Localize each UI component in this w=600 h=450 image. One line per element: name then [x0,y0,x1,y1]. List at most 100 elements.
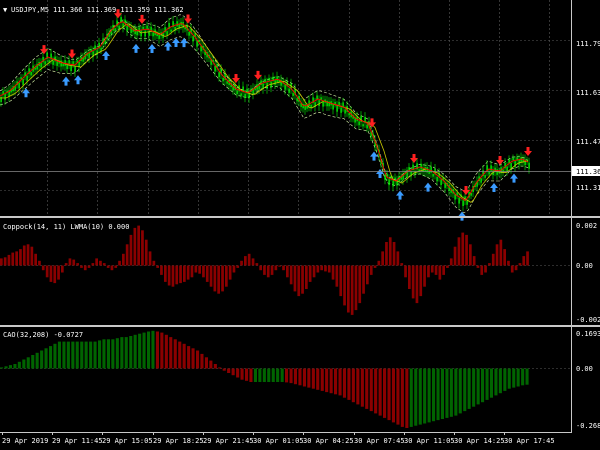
panel-separator[interactable] [0,325,600,327]
candle-body [484,175,486,178]
coppock-panel[interactable]: Coppock(14, 11) LWMA(10) 0.000 [0,223,571,315]
cao-bar [120,337,124,369]
time-axis-label: 30 Apr 01:05 [253,437,304,445]
cao-bar [498,368,502,394]
cao-bar [445,368,449,418]
cao-bar [173,339,177,369]
cao-histogram [0,330,529,428]
candle-body [458,197,460,204]
coppock-bar [61,265,64,273]
coppock-bar [133,227,137,266]
candle-body [118,25,120,29]
cao-bar [338,368,342,396]
coppock-bar [38,260,41,266]
coppock-bar [228,265,232,280]
coppock-bar [164,265,167,282]
candle-body [336,105,338,112]
coppock-bar [102,263,106,266]
cao-bar [396,368,400,425]
coppock-bar [183,265,186,282]
coppock-bar [312,265,316,278]
cao-bar [449,368,453,417]
candle-body [384,174,386,180]
candle-body [358,121,360,126]
candle-body [296,98,298,102]
coppock-bar [514,265,518,271]
coppock-bar [347,265,350,313]
cao-bar [494,368,498,396]
price-axis-label: 111.470 [576,138,600,146]
coppock-bar [244,256,247,266]
coppock-bar [45,265,49,278]
candle-body [340,107,342,113]
time-axis[interactable]: 29 Apr 2019 29 Apr 11:45 29 Apr 15:05 29 Ap… [0,432,572,445]
chart-canvas[interactable]: ▼ USDJPY,M5 111.366 111.369 111.359 111.… [0,0,600,450]
coppock-bar [396,251,400,266]
coppock-bar [324,265,327,272]
cao-bar [289,368,293,384]
moving-averages [0,21,529,203]
cao-bar [463,368,467,412]
cao-bar [111,339,115,369]
candle-body [306,106,308,109]
coppock-bar [76,263,79,266]
candle-body [466,200,468,205]
cao-bar [115,338,119,369]
cao-bar [227,368,231,373]
coppock-bar [503,249,506,266]
coppock-bar [266,265,270,278]
coppock-bar [7,254,11,266]
coppock-bar [400,263,404,266]
candle-body [22,79,24,85]
cao-bar [147,331,151,369]
cao-bar [204,357,208,369]
candle-body [170,29,172,32]
coppock-bar [179,265,182,284]
candle-body [70,65,72,71]
cao-bar [347,368,351,400]
candle-body [166,31,168,36]
coppock-bar [278,265,281,267]
coppock-axis-label: -0.002 [576,316,600,324]
candle-body [304,104,306,110]
cao-panel[interactable]: CAO(32,208) -0.0727 [0,330,571,428]
buy-arrow-icon [62,76,70,86]
coppock-bar [408,265,411,289]
cao-bar [236,368,240,378]
candle-body [348,113,350,116]
coppock-bar [137,225,140,266]
cao-bar [427,368,431,423]
price-axis-label: 111.630 [576,89,600,97]
buy-arrow-icon [102,51,110,60]
coppock-bar [373,265,377,268]
candle-body [26,75,28,81]
cao-bar [93,341,97,369]
coppock-bar [22,245,26,266]
coppock-bar [446,265,449,268]
collapse-triangle-icon[interactable]: ▼ [3,6,8,14]
candle-body [100,47,102,51]
candle-body [512,157,514,161]
candle-body [74,65,76,72]
cao-bar [178,341,182,369]
coppock-bar [156,265,159,268]
cao-bar [160,332,164,369]
cao-bar [80,341,84,369]
candle-body [40,62,42,68]
coppock-bar [190,265,194,278]
cao-bar [280,368,284,382]
panel-separator[interactable] [0,216,600,218]
coppock-bar [217,265,220,294]
buy-arrow-icon [180,38,188,48]
cao-bar [31,355,35,369]
coppock-bar [125,244,129,266]
cao-bar [151,330,155,369]
main-panel[interactable]: ▼ USDJPY,M5 111.366 111.369 111.359 111.… [0,0,571,221]
buy-arrow-icon [148,44,156,53]
candle-body [406,172,408,178]
cao-bar [481,368,485,403]
coppock-bar [457,237,461,266]
coppock-bar [461,232,465,266]
cao-bar [378,368,382,416]
fast-ma-line [0,21,529,201]
